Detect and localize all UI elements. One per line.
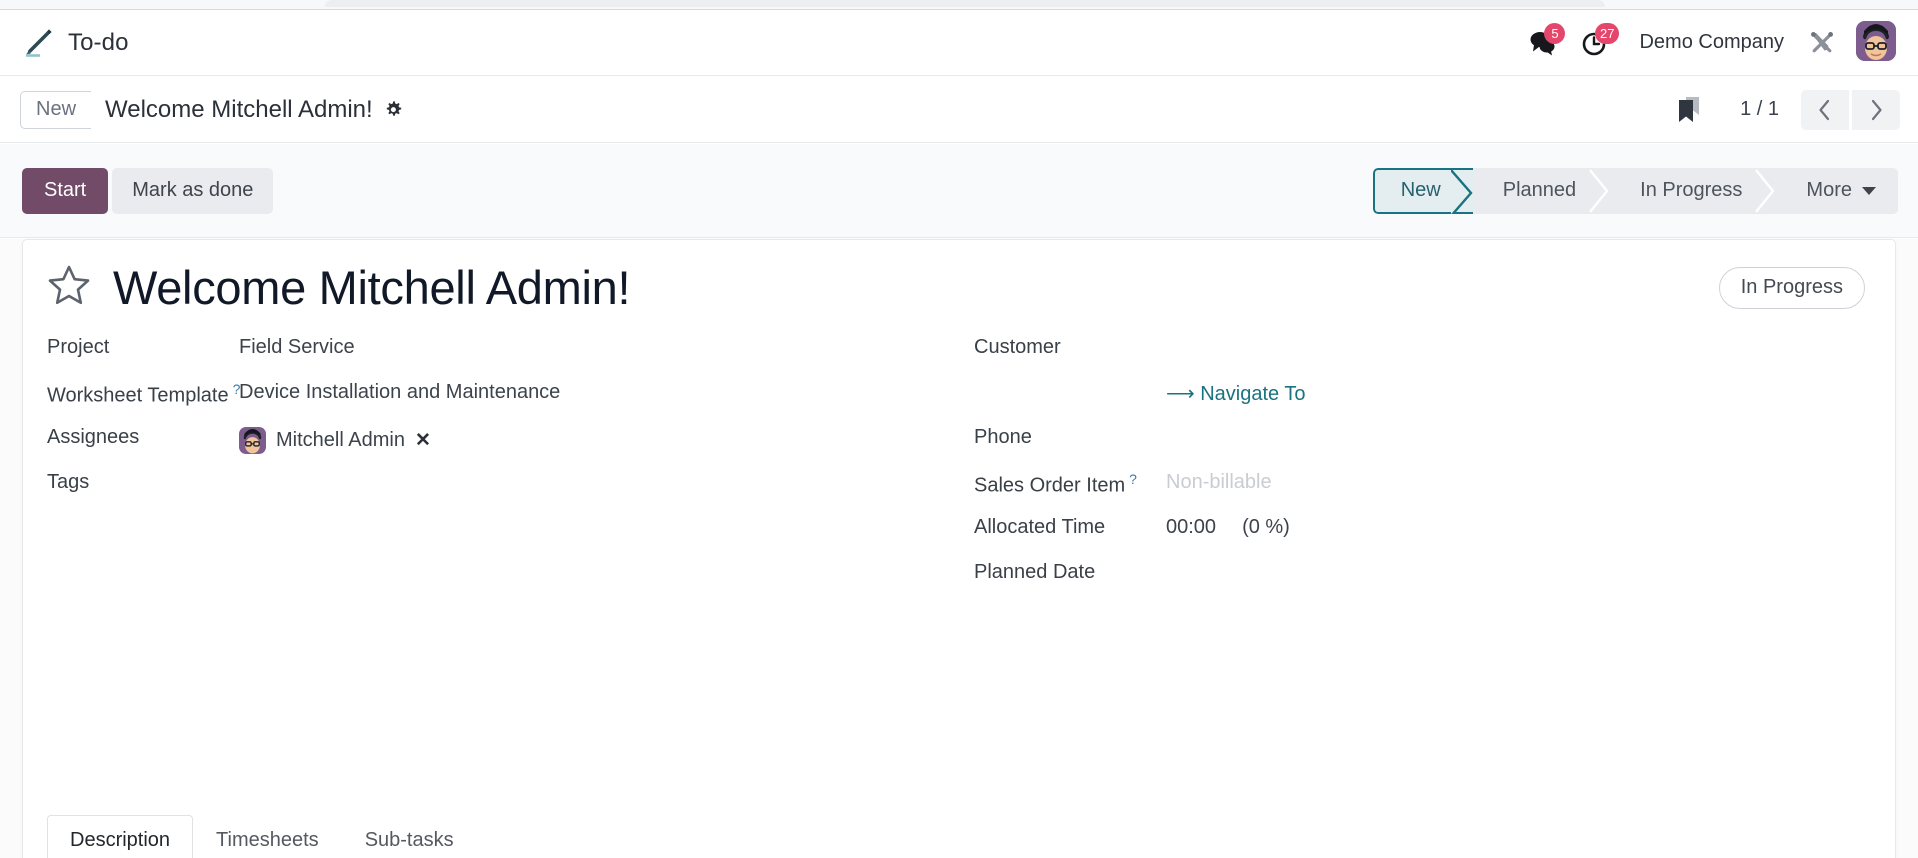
messages-icon[interactable]: 5 (1515, 21, 1569, 65)
clock-icon[interactable]: 27 (1569, 21, 1623, 65)
field-allocated-time-value[interactable]: 00:00 (0 %) (1166, 510, 1290, 539)
stage-arrow-icon (1588, 168, 1610, 214)
field-sales-order-item-label: Sales Order Item? (974, 465, 1166, 498)
avatar[interactable] (1856, 20, 1900, 65)
gear-icon[interactable] (384, 100, 403, 119)
form-fields: Project Field Service Worksheet Template… (23, 314, 1895, 600)
control-panel: New Welcome Mitchell Admin! 1 / 1 (0, 77, 1918, 220)
company-switcher[interactable]: Demo Company (1623, 31, 1798, 54)
stage-planned-label: Planned (1502, 179, 1577, 201)
stage-arrow-icon (1754, 168, 1776, 214)
assignee-avatar (239, 426, 266, 454)
stage-new[interactable]: New (1372, 167, 1473, 214)
field-allocated-time: Allocated Time 00:00 (0 %) (974, 510, 1865, 555)
field-customer-label: Customer (974, 335, 1061, 358)
allocated-time-amount: 00:00 (1166, 515, 1217, 538)
field-worksheet-template-value[interactable]: Device Installation and Maintenance (239, 375, 560, 404)
app-brand[interactable]: To-do (18, 25, 129, 61)
field-worksheet-template-label: Worksheet Template? (47, 375, 240, 408)
field-tags: Tags (47, 465, 956, 510)
field-sales-order-item-value[interactable]: Non-billable (1166, 465, 1272, 494)
action-buttons: Start Mark as done (22, 167, 274, 214)
field-worksheet-template: Worksheet Template? Device Installation … (47, 375, 956, 420)
user-avatar-image (1856, 20, 1896, 61)
field-assignees-label: Assignees (47, 425, 140, 448)
statusbar-row: Start Mark as done New Planned In Progre… (0, 144, 1918, 238)
navbar-systray: 5 27 Demo Company (1515, 20, 1918, 65)
stage-in-progress[interactable]: In Progress (1610, 168, 1776, 214)
field-phone: Phone (974, 420, 1865, 465)
navigate-to-spacer (974, 375, 1166, 381)
navigate-to-button[interactable]: ⟶ Navigate To (1166, 375, 1306, 406)
close-icon[interactable]: ✕ (415, 429, 431, 452)
navigate-to-label: Navigate To (1200, 382, 1306, 405)
stage-in-progress-label: In Progress (1640, 179, 1743, 201)
field-project-label: Project (47, 335, 110, 358)
top-navbar: To-do 5 27 Demo Company (0, 10, 1918, 76)
browser-chrome-sliver (0, 0, 1918, 9)
field-project-value[interactable]: Field Service (239, 330, 355, 359)
field-allocated-time-label: Allocated Time (974, 515, 1106, 538)
form-column-right: Customer ⟶ Navigate To Phone Sales Order… (956, 330, 1865, 600)
navigate-to-row: ⟶ Navigate To (974, 375, 1865, 420)
form-column-left: Project Field Service Worksheet Template… (47, 330, 956, 600)
tab-timesheets[interactable]: Timesheets (193, 815, 342, 858)
activities-badge: 27 (1595, 22, 1620, 44)
help-icon[interactable]: ? (1129, 471, 1137, 487)
stage-arrow-icon (1449, 168, 1473, 214)
stage-planned[interactable]: Planned (1473, 168, 1610, 214)
mark-as-done-button[interactable]: Mark as done (112, 167, 274, 214)
breadcrumb-back-button[interactable]: New (20, 90, 92, 129)
stage-new-label: New (1400, 179, 1441, 201)
form-sheet: Welcome Mitchell Admin! In Progress Proj… (22, 239, 1896, 858)
field-phone-label: Phone (974, 425, 1032, 448)
notebook: Description Timesheets Sub-tasks Hey Mit… (47, 815, 1871, 858)
stage-more-label: More (1806, 179, 1852, 201)
field-worksheet-template-text: Worksheet Template (47, 384, 229, 407)
notebook-tabs: Description Timesheets Sub-tasks (47, 815, 1871, 858)
record-title: Welcome Mitchell Admin! (113, 261, 631, 314)
bookmark-icon[interactable] (1676, 95, 1702, 125)
tools-icon[interactable] (1798, 21, 1846, 65)
messages-badge: 5 (1544, 22, 1566, 44)
status-pipeline: New Planned In Progress More (1372, 167, 1898, 214)
tab-description[interactable]: Description (47, 815, 194, 858)
arrow-right-icon: ⟶ (1166, 382, 1195, 405)
field-assignees-value[interactable]: Mitchell Admin ✕ (239, 420, 431, 454)
browser-tab-stub (325, 0, 1605, 7)
field-sales-order-item-text: Sales Order Item (974, 474, 1126, 497)
tab-sub-tasks[interactable]: Sub-tasks (342, 815, 477, 858)
assignee-tag[interactable]: Mitchell Admin ✕ (239, 426, 431, 454)
pager-count: 1 / 1 (1740, 98, 1779, 120)
start-button[interactable]: Start (22, 167, 109, 214)
field-tags-label: Tags (47, 470, 90, 493)
field-planned-date: Planned Date (974, 555, 1865, 600)
stage-more-dropdown[interactable]: More (1776, 168, 1898, 214)
status-badge[interactable]: In Progress (1718, 266, 1865, 309)
assignee-name: Mitchell Admin (276, 428, 405, 451)
field-assignees: Assignees Mitchell Admin ✕ (47, 420, 956, 465)
field-project: Project Field Service (47, 330, 956, 375)
app-name: To-do (68, 28, 129, 56)
star-icon[interactable] (47, 263, 91, 312)
field-planned-date-label: Planned Date (974, 560, 1096, 583)
pager: 1 / 1 (1676, 89, 1918, 130)
chevron-down-icon (1862, 186, 1876, 195)
pencil-icon (18, 25, 54, 61)
field-sales-order-item: Sales Order Item? Non-billable (974, 465, 1865, 510)
breadcrumb: New Welcome Mitchell Admin! (20, 90, 403, 129)
page-title: Welcome Mitchell Admin! (105, 95, 373, 123)
allocated-time-percent: (0 %) (1242, 515, 1290, 538)
field-customer: Customer (974, 330, 1865, 375)
chevron-right-icon[interactable] (1852, 89, 1900, 130)
record-title-row: Welcome Mitchell Admin! In Progress (23, 240, 1895, 314)
chevron-left-icon[interactable] (1801, 89, 1849, 130)
